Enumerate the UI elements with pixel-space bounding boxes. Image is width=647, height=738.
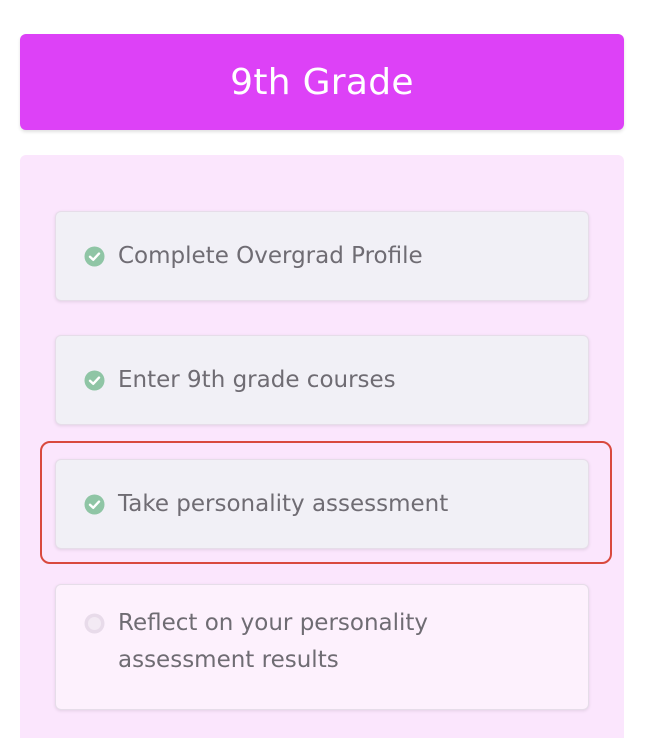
task-enter-courses[interactable]: Enter 9th grade courses: [55, 335, 589, 425]
task-label: Take personality assessment: [118, 490, 449, 517]
check-circle-icon: [84, 494, 105, 515]
check-circle-icon: [84, 246, 105, 267]
grade-title: 9th Grade: [230, 61, 414, 103]
check-circle-icon: [84, 370, 105, 391]
task-label: Complete Overgrad Profile: [118, 242, 423, 269]
task-complete-profile[interactable]: Complete Overgrad Profile: [55, 211, 589, 301]
task-reflect-results[interactable]: Reflect on your personality assessment r…: [55, 584, 589, 710]
task-label: Enter 9th grade courses: [118, 366, 396, 393]
empty-circle-icon: [84, 613, 105, 634]
grade-header: 9th Grade: [20, 34, 624, 130]
task-label: Reflect on your personality assessment r…: [118, 610, 429, 673]
task-personality-assessment[interactable]: Take personality assessment: [55, 459, 589, 549]
